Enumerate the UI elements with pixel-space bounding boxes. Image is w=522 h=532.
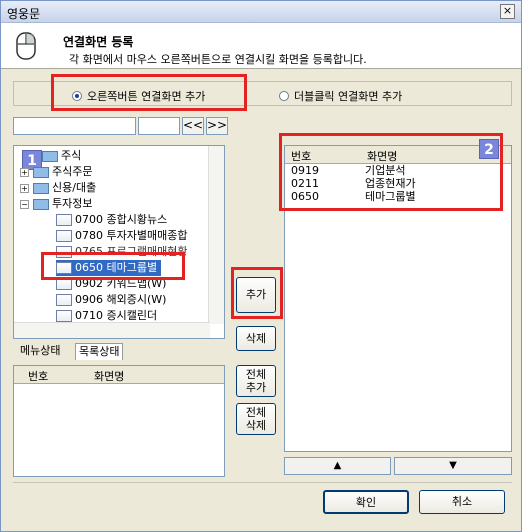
tree-horizontal-scrollbar[interactable]: [14, 322, 210, 338]
double-click-radio[interactable]: 더블클릭 연결화면 추가: [279, 88, 402, 104]
folder-icon: [33, 166, 49, 178]
screen-icon: [56, 214, 72, 226]
left-list-header: 번호 화면명: [14, 366, 224, 384]
highlight-selected-item: [41, 252, 185, 280]
highlight-add-button: [231, 267, 283, 319]
folder-icon: [42, 150, 58, 162]
folder-open-icon: [33, 198, 49, 210]
tab-list-state[interactable]: 목록상태: [75, 343, 124, 360]
tree-item-0906[interactable]: 0906 해외증시(W): [56, 292, 166, 308]
highlight-radio: [51, 74, 247, 111]
add-all-button[interactable]: 전체 추가: [236, 365, 276, 397]
left-list[interactable]: 번호 화면명: [13, 365, 225, 477]
title-bar: 영웅문 ×: [1, 1, 521, 23]
delete-button[interactable]: 삭제: [236, 326, 276, 351]
close-button[interactable]: ×: [500, 4, 515, 19]
prev-icon: <<: [183, 118, 204, 132]
tree-item-0780[interactable]: 0780 투자자별매매종합: [56, 228, 187, 244]
delete-all-button[interactable]: 전체 삭제: [236, 403, 276, 435]
mouse-icon: [16, 32, 36, 60]
prev-button[interactable]: <<: [182, 117, 204, 135]
tab-menu-state[interactable]: 메뉴상태: [17, 343, 63, 360]
dialog-description: 각 화면에서 마우스 오른쪽버튼으로 연결시킬 화면을 등록합니다.: [69, 53, 367, 66]
search-input[interactable]: [13, 117, 136, 135]
dialog-heading: 연결화면 등록: [63, 35, 134, 49]
move-down-button[interactable]: ▼: [394, 457, 512, 475]
tree-item-credit-loan[interactable]: + 신용/대출: [20, 180, 96, 196]
close-icon: ×: [502, 4, 513, 17]
screen-icon: [56, 310, 72, 322]
expand-icon[interactable]: +: [20, 183, 29, 193]
search-secondary-input[interactable]: [138, 117, 180, 135]
next-icon: >>: [207, 118, 228, 132]
tree-vertical-scrollbar[interactable]: [208, 146, 224, 324]
tree-item-stock[interactable]: 주식: [42, 148, 81, 164]
left-col-no: 번호: [28, 370, 49, 383]
window-title: 영웅문: [7, 7, 41, 21]
cancel-button[interactable]: 취소: [419, 490, 505, 514]
double-click-label: 더블클릭 연결화면 추가: [294, 90, 403, 103]
radio-unselected-icon: [279, 91, 289, 101]
expand-icon[interactable]: +: [20, 167, 29, 177]
ok-button[interactable]: 확인: [323, 490, 409, 514]
tree-item-investment-info[interactable]: − 투자정보: [20, 196, 92, 212]
left-col-name: 화면명: [94, 370, 125, 383]
move-up-button[interactable]: ▲: [284, 457, 391, 475]
footer-separator: [13, 482, 512, 483]
tree-item-stock-order[interactable]: + 주식주문: [20, 164, 92, 180]
highlight-registered-list: [279, 133, 503, 211]
menu-tree[interactable]: 1 주식 + 주식주문 + 신용/대출 − 투자정보 0700 종합시황뉴스 0780…: [13, 145, 225, 339]
folder-icon: [33, 182, 49, 194]
down-arrow-icon: ▼: [449, 460, 457, 471]
next-button[interactable]: >>: [206, 117, 228, 135]
screen-icon: [56, 294, 72, 306]
up-arrow-icon: ▲: [333, 460, 342, 471]
tree-tabs: 메뉴상태 목록상태: [17, 343, 227, 361]
collapse-icon[interactable]: −: [20, 199, 29, 209]
register-linked-screen-dialog: 영웅문 × 연결화면 등록 각 화면에서 마우스 오른쪽버튼으로 연결시킬 화면…: [0, 0, 522, 532]
dialog-header: 연결화면 등록 각 화면에서 마우스 오른쪽버튼으로 연결시킬 화면을 등록합니…: [1, 23, 521, 69]
screen-icon: [56, 230, 72, 242]
tree-item-0700[interactable]: 0700 종합시황뉴스: [56, 212, 167, 228]
